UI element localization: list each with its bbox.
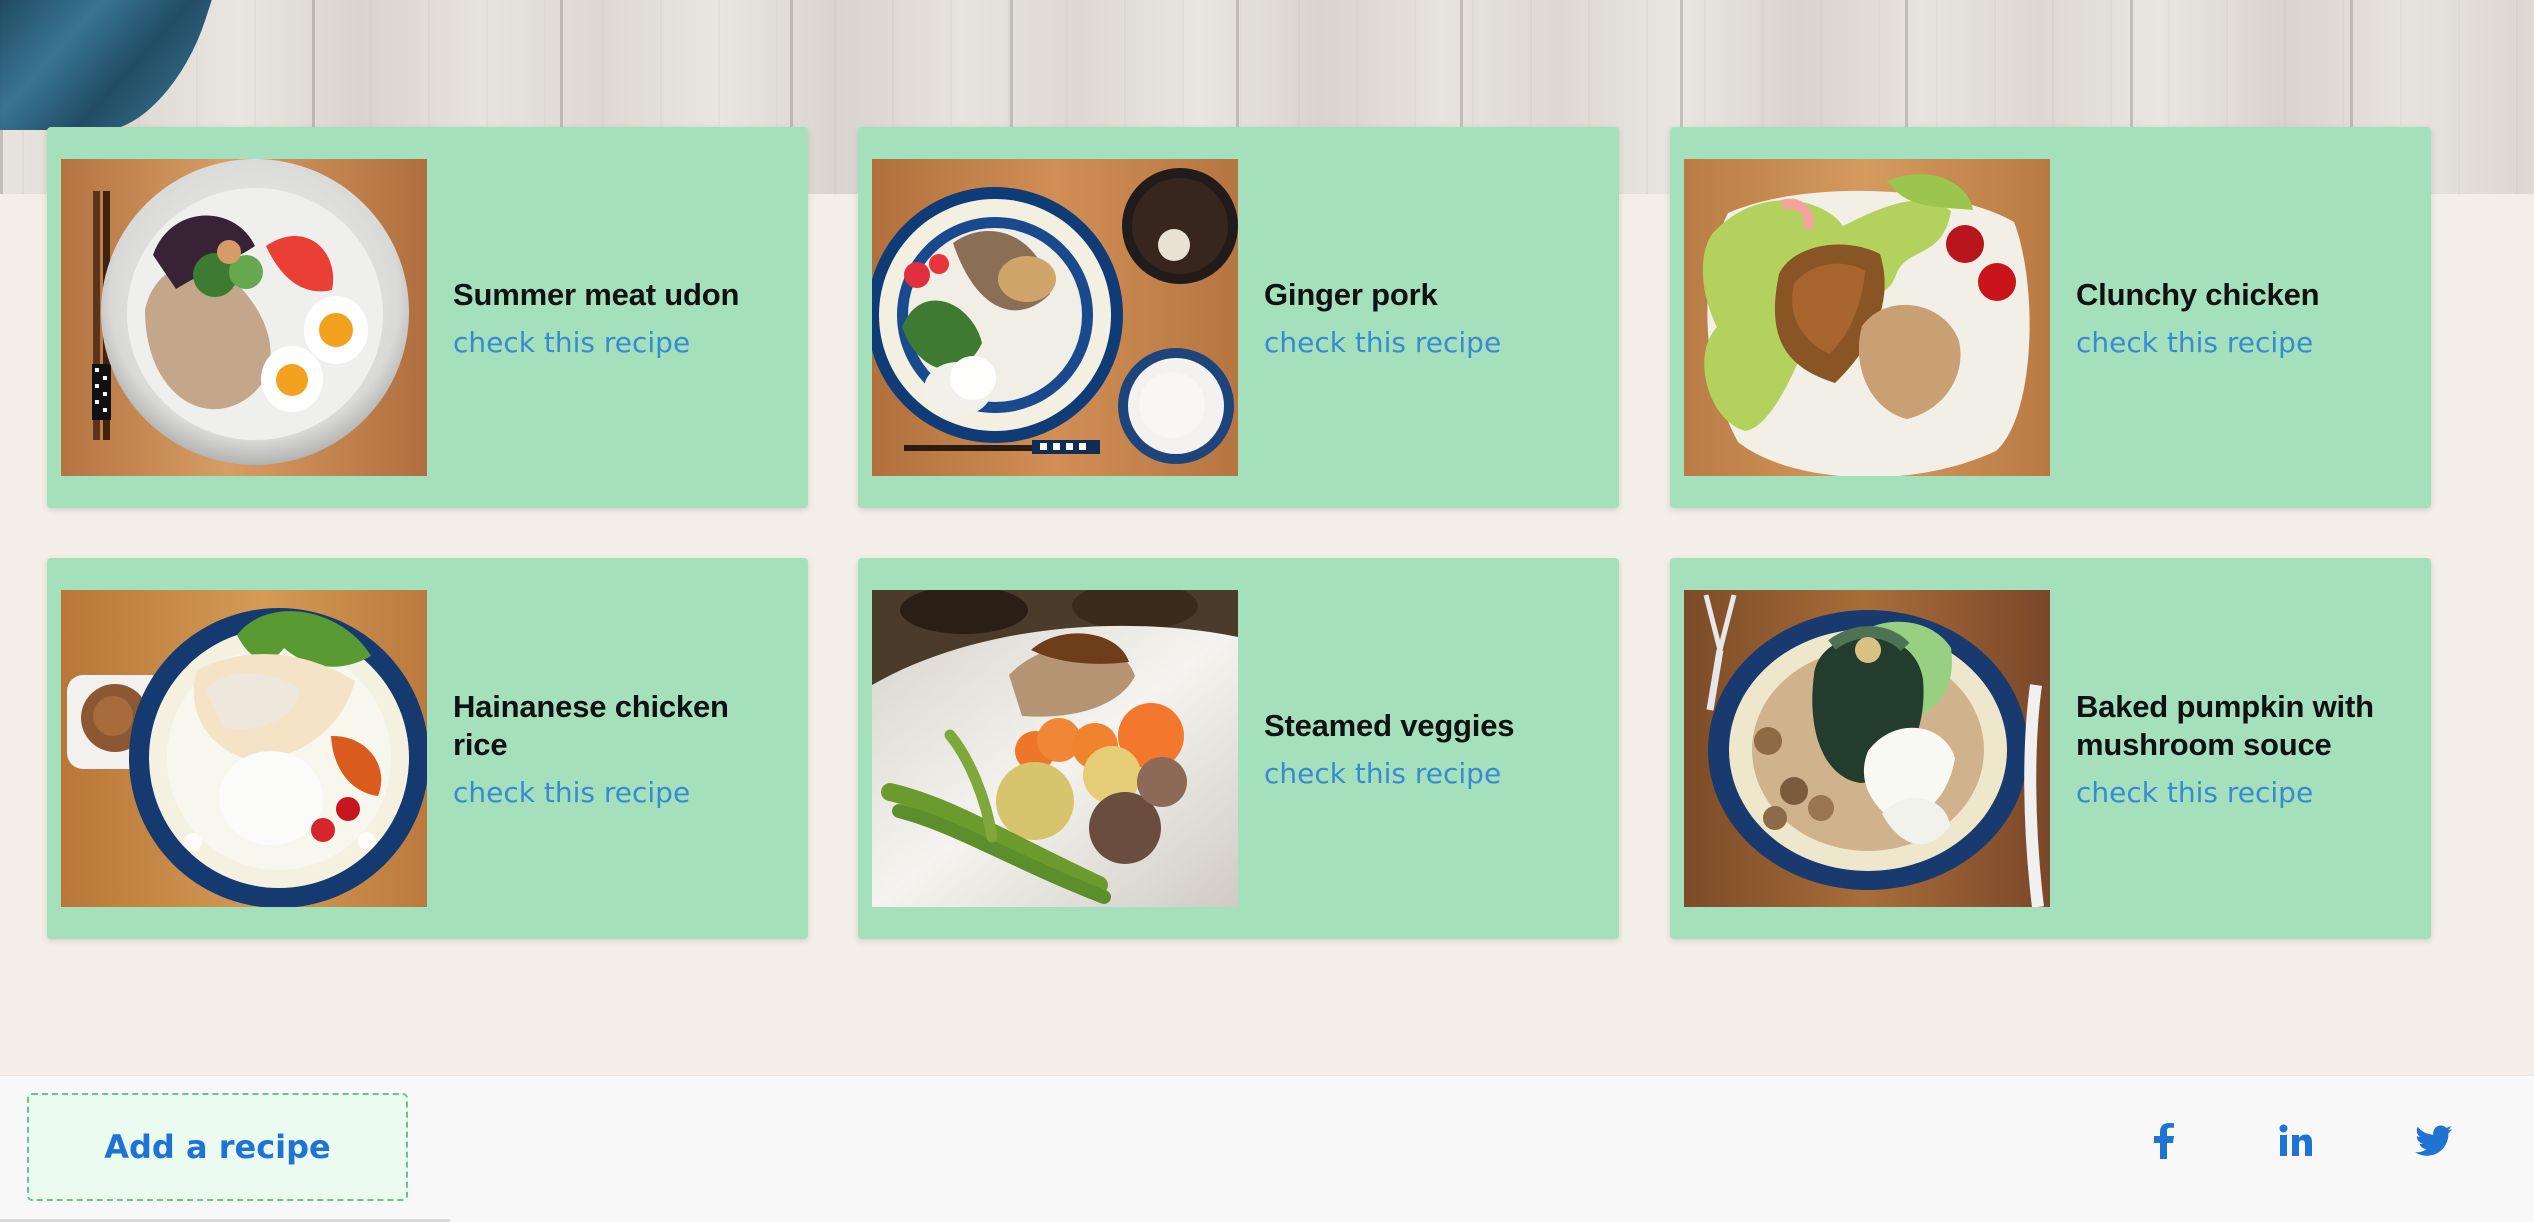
recipe-card-content: Steamed veggies check this recipe — [1264, 558, 1584, 939]
check-recipe-link[interactable]: check this recipe — [453, 326, 773, 360]
recipe-title: Steamed veggies — [1264, 707, 1515, 743]
recipe-card-content: Hainanese chicken rice check this recipe — [453, 558, 773, 939]
check-recipe-link[interactable]: check this recipe — [1264, 326, 1584, 360]
recipe-title: Hainanese chicken rice — [453, 688, 729, 762]
check-recipe-link[interactable]: check this recipe — [2076, 776, 2396, 810]
recipe-title: Ginger pork — [1264, 276, 1438, 312]
recipe-card-summer-meat-udon[interactable]: Summer meat udon check this recipe — [47, 127, 808, 508]
recipe-grid: Summer meat udon check this recipe Ginge… — [0, 0, 2534, 1075]
recipe-title: Summer meat udon — [453, 276, 740, 312]
check-recipe-link[interactable]: check this recipe — [453, 776, 773, 810]
recipe-title: Baked pumpkin with mushroom souce — [2076, 688, 2374, 762]
recipe-photo-steamed-veggies — [872, 590, 1238, 907]
recipe-card-baked-pumpkin-with-mushroom-souce[interactable]: Baked pumpkin with mushroom souce check … — [1670, 558, 2431, 939]
add-recipe-button[interactable]: Add a recipe — [27, 1093, 408, 1201]
recipe-card-hainanese-chicken-rice[interactable]: Hainanese chicken rice check this recipe — [47, 558, 808, 939]
recipe-photo-ginger-pork — [872, 159, 1238, 476]
recipe-card-clunchy-chicken[interactable]: Clunchy chicken check this recipe — [1670, 127, 2431, 508]
twitter-icon[interactable] — [2407, 1114, 2461, 1168]
check-recipe-link[interactable]: check this recipe — [1264, 757, 1584, 791]
facebook-icon[interactable] — [2137, 1114, 2191, 1168]
recipe-card-content: Baked pumpkin with mushroom souce check … — [2076, 558, 2396, 939]
recipe-card-content: Clunchy chicken check this recipe — [2076, 127, 2396, 508]
recipe-photo-baked-pumpkin-with-mushroom-souce — [1684, 590, 2050, 907]
recipe-card-content: Ginger pork check this recipe — [1264, 127, 1584, 508]
recipe-photo-clunchy-chicken — [1684, 159, 2050, 476]
recipe-card-content: Summer meat udon check this recipe — [453, 127, 773, 508]
check-recipe-link[interactable]: check this recipe — [2076, 326, 2396, 360]
linkedin-icon[interactable] — [2268, 1114, 2322, 1168]
footer: Add a recipe — [0, 1075, 2534, 1222]
recipe-card-ginger-pork[interactable]: Ginger pork check this recipe — [858, 127, 1619, 508]
recipe-photo-summer-meat-udon — [61, 159, 427, 476]
recipe-title: Clunchy chicken — [2076, 276, 2320, 312]
recipe-card-steamed-veggies[interactable]: Steamed veggies check this recipe — [858, 558, 1619, 939]
recipe-photo-hainanese-chicken-rice — [61, 590, 427, 907]
